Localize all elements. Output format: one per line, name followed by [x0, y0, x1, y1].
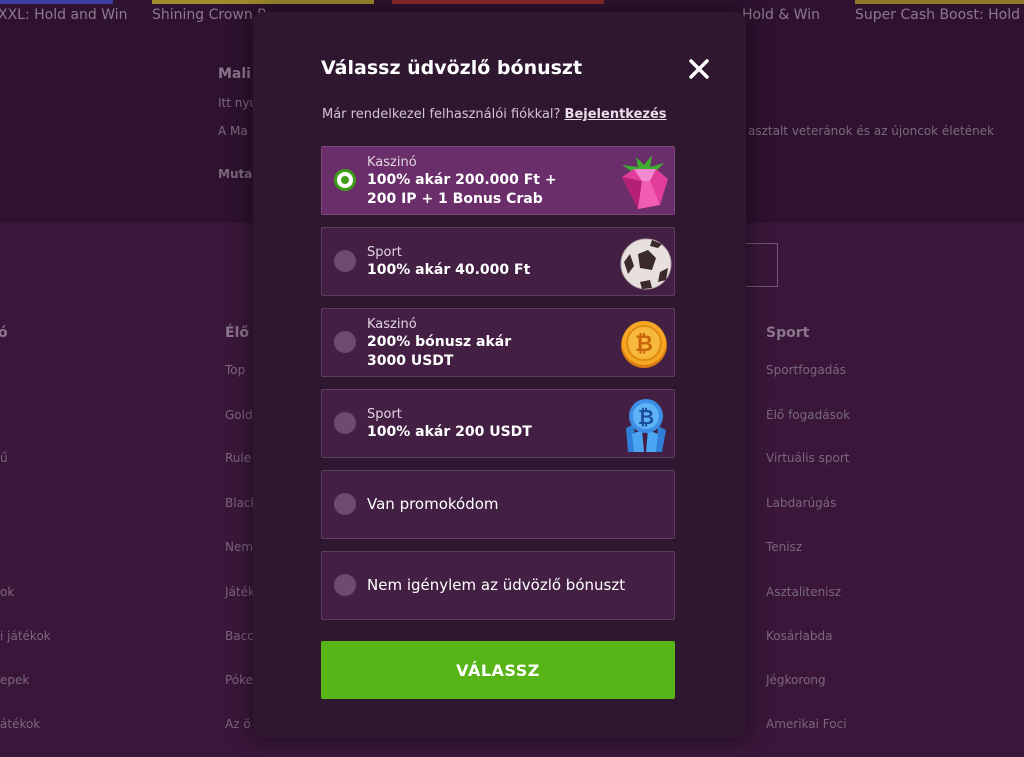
- bonus-option-sport-usdt[interactable]: Sport 100% akár 200 USDT ₿: [321, 389, 675, 458]
- footer-link[interactable]: Labdarúgás: [766, 496, 836, 510]
- option-category: Sport: [367, 407, 402, 422]
- footer-link[interactable]: i játékok: [0, 629, 51, 643]
- footer-link[interactable]: Asztalitenisz: [766, 585, 841, 599]
- game-card-strip: [152, 0, 374, 4]
- footer-link[interactable]: Gold: [225, 408, 253, 422]
- close-button[interactable]: [687, 57, 711, 81]
- login-prompt: Már rendelkezel felhasználói fiókkal? Be…: [322, 107, 667, 122]
- promo-text: A Ma: [218, 124, 248, 138]
- footer-link[interactable]: epek: [0, 673, 29, 687]
- option-category: Sport: [367, 245, 402, 260]
- bonus-option-sport-huf[interactable]: Sport 100% akár 40.000 Ft: [321, 227, 675, 296]
- svg-text:₿: ₿: [638, 405, 654, 429]
- game-title[interactable]: Super Cash Boost: Hold &: [855, 7, 1024, 23]
- footer-link[interactable]: Tenisz: [766, 540, 802, 554]
- footer-heading: Sport: [766, 325, 810, 341]
- option-label: Nem igénylem az üdvözlő bónuszt: [367, 576, 626, 594]
- game-card-strip: [392, 0, 604, 4]
- option-category: Kaszinó: [367, 155, 417, 170]
- radio-button[interactable]: [334, 331, 356, 353]
- option-label: Van promokódom: [367, 495, 499, 513]
- option-description: 200% bónusz akár: [367, 334, 512, 350]
- choose-button[interactable]: VÁLASSZ: [321, 641, 675, 699]
- game-title[interactable]: Shining Crown B: [152, 7, 267, 23]
- bonus-option-casino-usdt[interactable]: Kaszinó 200% bónusz akár 3000 USDT ₿: [321, 308, 675, 377]
- promo-title: Mali: [218, 66, 251, 82]
- pink-gem-icon: [622, 155, 668, 209]
- footer-link[interactable]: Póke: [225, 673, 253, 687]
- footer-link[interactable]: Top: [225, 363, 245, 377]
- footer-link[interactable]: Nem: [225, 540, 253, 554]
- radio-button[interactable]: [334, 250, 356, 272]
- bonus-option-none[interactable]: Nem igénylem az üdvözlő bónuszt: [321, 551, 675, 620]
- bonus-option-casino-huf[interactable]: Kaszinó 100% akár 200.000 Ft + 200 IP + …: [321, 146, 675, 215]
- footer-link[interactable]: Élő fogadások: [766, 408, 850, 422]
- option-description: 100% akár 200 USDT: [367, 424, 532, 440]
- game-title[interactable]: Hold & Win: [742, 7, 820, 23]
- footer-link[interactable]: ű: [0, 451, 8, 465]
- footer-link[interactable]: Jégkorong: [766, 673, 826, 687]
- option-description: 200 IP + 1 Bonus Crab: [367, 191, 543, 207]
- radio-button[interactable]: [334, 574, 356, 596]
- welcome-bonus-modal: Válassz üdvözlő bónuszt Már rendelkezel …: [253, 12, 746, 738]
- svg-text:₿: ₿: [635, 332, 653, 357]
- footer-link[interactable]: átékok: [0, 717, 40, 731]
- bitcoin-coin-icon: ₿: [621, 321, 667, 368]
- footer-heading: Élő: [225, 325, 249, 341]
- bonus-option-promo-code[interactable]: Van promokódom: [321, 470, 675, 539]
- footer-link[interactable]: Sportfogadás: [766, 363, 846, 377]
- footer-link[interactable]: Rule: [225, 451, 251, 465]
- footer-link[interactable]: Amerikai Foci: [766, 717, 847, 731]
- radio-button[interactable]: [334, 169, 356, 191]
- footer-link[interactable]: ok: [0, 585, 14, 599]
- promo-text: Itt nyu: [218, 96, 258, 110]
- close-icon: [689, 59, 709, 79]
- footer-link[interactable]: Bacc: [225, 629, 254, 643]
- game-card-strip: [0, 0, 113, 4]
- game-title[interactable]: XXL: Hold and Win: [0, 7, 128, 23]
- login-prompt-text: Már rendelkezel felhasználói fiókkal?: [322, 107, 561, 122]
- option-category: Kaszinó: [367, 317, 417, 332]
- bitcoin-crystal-icon: ₿: [626, 399, 666, 452]
- footer-link[interactable]: Az ö: [225, 717, 251, 731]
- option-description: 100% akár 40.000 Ft: [367, 262, 531, 278]
- option-description: 3000 USDT: [367, 353, 454, 369]
- footer-link[interactable]: Játék: [225, 585, 255, 599]
- game-card-strip: [855, 0, 1024, 4]
- promo-text: asztalt veteránok és az újoncok életének: [748, 124, 995, 138]
- footer-link[interactable]: Kosárlabda: [766, 629, 832, 643]
- footer-link[interactable]: Virtuális sport: [766, 451, 849, 465]
- radio-button[interactable]: [334, 412, 356, 434]
- login-link[interactable]: Bejelentkezés: [565, 107, 667, 122]
- footer-heading: ó: [0, 325, 8, 341]
- modal-title: Válassz üdvözlő bónuszt: [321, 57, 583, 79]
- radio-button[interactable]: [334, 493, 356, 515]
- soccer-ball-icon: [620, 238, 672, 290]
- option-description: 100% akár 200.000 Ft +: [367, 172, 557, 188]
